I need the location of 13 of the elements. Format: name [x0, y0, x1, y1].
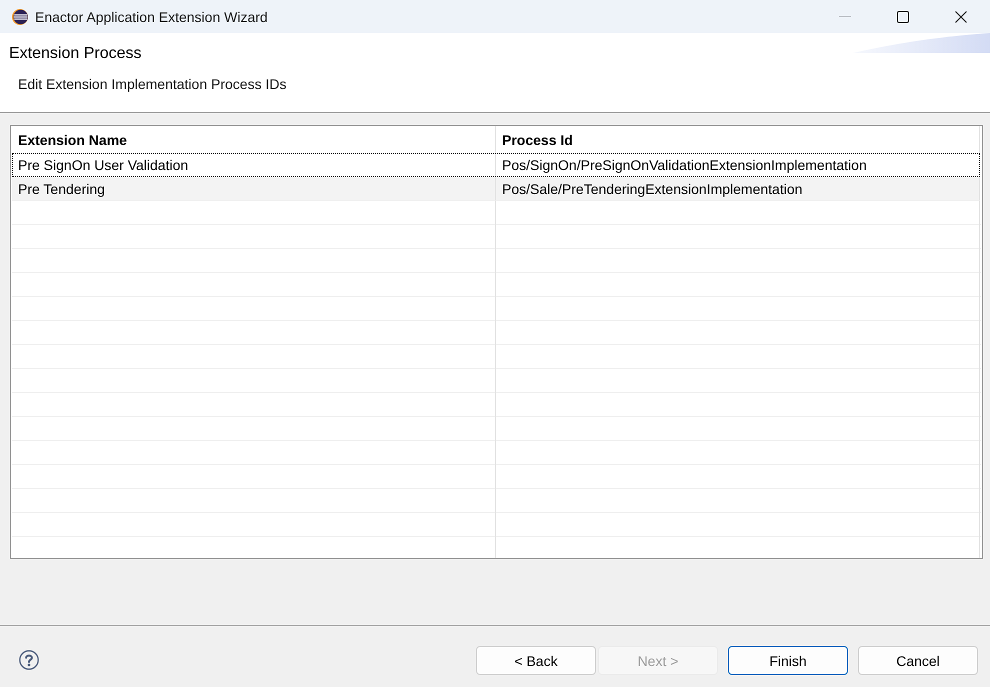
- dialog-button[interactable]: Cancel: [858, 646, 978, 675]
- column-header[interactable]: Process Id: [496, 126, 980, 153]
- dialog-button[interactable]: < Back: [476, 646, 596, 675]
- page-title: Extension Process: [8, 44, 142, 64]
- app-icon: [12, 8, 28, 24]
- table-cell: Pre Tendering: [12, 177, 496, 201]
- column-header[interactable]: Extension Name: [12, 126, 496, 153]
- table-row[interactable]: Pre Tendering Pos/Sale/PreTenderingExtensionImplementation: [12, 177, 980, 201]
- help-icon[interactable]: [19, 650, 39, 670]
- window-title: Enactor Application Extension Wizard: [35, 8, 269, 24]
- page-description: Edit Extension Implementation Process IDs: [18, 75, 286, 93]
- dialog-button[interactable]: Finish: [728, 646, 848, 675]
- table-cell: Pos/Sale/PreTenderingExtensionImplementation: [496, 177, 980, 201]
